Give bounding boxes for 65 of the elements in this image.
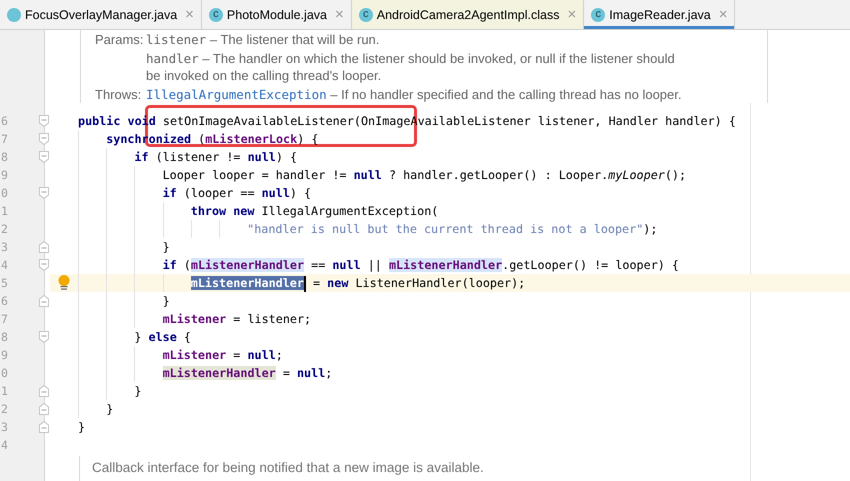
line-number: 2 (0, 221, 9, 238)
line-number: 6 (0, 113, 9, 130)
fold-marker-icon[interactable] (39, 151, 49, 163)
class-icon: c (591, 8, 606, 22)
code-line: "handler is null but the current thread is not a looper"); (78, 220, 658, 238)
fold-marker-icon[interactable] (39, 331, 49, 343)
line-number: 8 (0, 149, 9, 166)
line-number: 4 (0, 257, 9, 274)
close-icon[interactable]: × (185, 6, 194, 23)
code-line: mListenerHandler = new ListenerHandler(looper); (78, 274, 526, 292)
line-number: 4 (0, 437, 9, 454)
doc-description: Callback interface for being notified that a new image is available. (92, 460, 485, 475)
line-number: 7 (0, 131, 9, 148)
code-line: } (78, 238, 170, 256)
line-number: 6 (0, 293, 9, 310)
params-label: Params: (95, 31, 144, 49)
editor-tab[interactable]: c PhotoModule.java × (202, 0, 352, 29)
class-icon: c (358, 8, 373, 22)
line-number: 9 (0, 347, 9, 364)
fold-marker-icon[interactable] (39, 259, 49, 271)
code-line: } (78, 400, 114, 418)
class-icon (7, 8, 21, 22)
fold-marker-icon[interactable] (39, 421, 49, 433)
fold-marker-icon[interactable] (39, 115, 49, 127)
param-description: listener – The listener that will be run. (146, 31, 380, 48)
editor-tab[interactable]: c AndroidCamera2AgentImpl.class × (352, 0, 584, 29)
exception-link[interactable]: IllegalArgumentException (146, 86, 327, 102)
code-line: mListener = null; (78, 346, 283, 364)
close-icon[interactable]: × (335, 6, 344, 23)
code-line: mListenerHandler = null; (78, 364, 332, 382)
param-description: handler – The handler on which the listener should be invoked, or null if the listener should be invoked on the calling thread's looper. (146, 50, 676, 84)
line-number: 1 (0, 383, 9, 400)
line-number: 8 (0, 329, 9, 346)
line-number: 3 (0, 239, 9, 256)
line-number: 9 (0, 167, 9, 184)
line-number: 0 (0, 365, 9, 382)
code-line: } else { (78, 328, 191, 346)
fold-marker-icon[interactable] (39, 403, 49, 415)
code-line: } (78, 292, 170, 310)
line-number: 1 (0, 203, 9, 220)
line-number: 0 (0, 185, 9, 202)
line-number: 3 (0, 419, 9, 436)
code-line: } (78, 419, 86, 436)
throws-description: IllegalArgumentException – If no handler specified and the calling thread has no looper. (146, 86, 682, 103)
close-icon[interactable]: × (718, 6, 728, 23)
fold-marker-icon[interactable] (39, 385, 49, 397)
fold-marker-icon[interactable] (39, 241, 49, 253)
fold-marker-icon[interactable] (39, 295, 49, 307)
fold-marker-icon[interactable] (39, 187, 49, 199)
line-number: 5 (0, 275, 9, 292)
code-line: } (78, 382, 142, 400)
code-line: Looper looper = handler != null ? handler.getLooper() : Looper.myLooper(); (78, 166, 686, 184)
lightbulb-icon[interactable] (58, 275, 70, 291)
code-line: if (listener != null) { (78, 148, 298, 166)
class-icon: c (208, 8, 223, 22)
fold-marker-icon[interactable] (39, 133, 49, 145)
code-line: if (looper == null) { (78, 184, 312, 202)
throws-label: Throws: (95, 86, 142, 104)
editor-tab[interactable]: FocusOverlayManager.java × (0, 0, 202, 29)
code-line: mListener = listener; (78, 310, 312, 328)
editor-tab[interactable]: c ImageReader.java × (584, 0, 736, 29)
line-number: 2 (0, 401, 9, 418)
code-line: throw new IllegalArgumentException( (78, 202, 438, 220)
line-number: 7 (0, 311, 9, 328)
close-icon[interactable]: × (568, 6, 576, 23)
